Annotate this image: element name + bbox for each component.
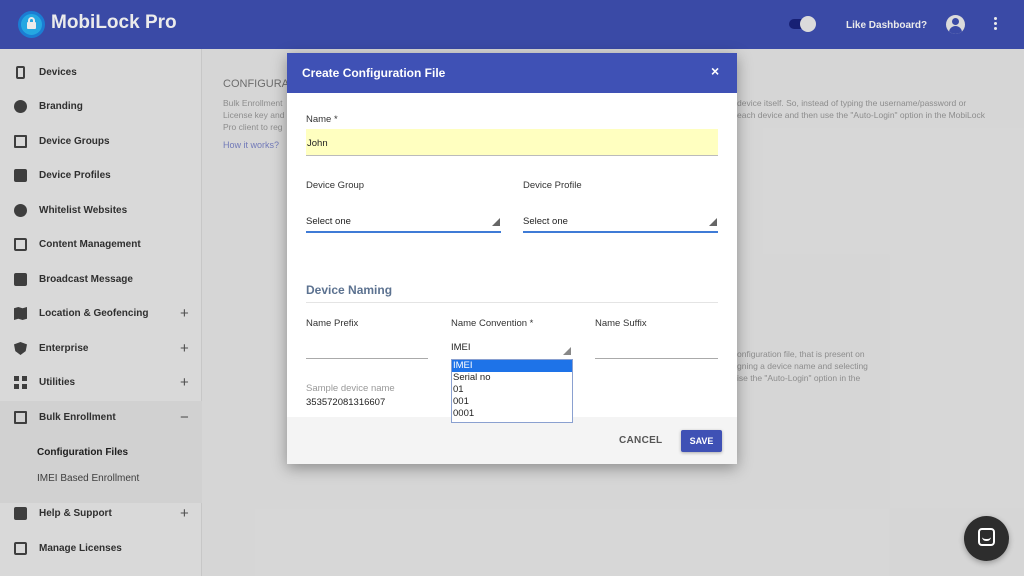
dropdown-arrow-icon [563,347,571,355]
dropdown-option[interactable]: 01 [452,384,572,396]
dialog-footer: CANCEL SAVE [287,417,737,464]
name-input[interactable]: John [306,129,718,156]
name-prefix-label: Name Prefix [306,318,359,329]
chat-support-button[interactable] [964,516,1009,561]
dropdown-arrow-icon [709,218,717,226]
dropdown-option[interactable]: IMEI [452,360,572,372]
save-button[interactable]: SAVE [681,430,722,452]
close-icon[interactable]: × [711,63,719,79]
sample-device-name-label: Sample device name [306,383,395,394]
device-naming-heading: Device Naming [306,283,393,297]
device-group-select[interactable]: Select one [306,207,501,233]
name-label: Name * [306,114,338,125]
name-suffix-input[interactable] [595,358,718,359]
dropdown-option[interactable]: 0001 [452,408,572,420]
cancel-button[interactable]: CANCEL [619,435,662,446]
create-config-dialog: Create Configuration File × Name * John … [287,53,737,464]
name-prefix-input[interactable] [306,358,428,359]
dialog-title: Create Configuration File [302,66,446,80]
name-convention-select[interactable]: IMEI [451,338,573,358]
dropdown-option[interactable]: Serial no [452,372,572,384]
device-profile-select[interactable]: Select one [523,207,718,233]
device-group-label: Device Group [306,180,365,191]
section-divider [306,302,718,303]
dropdown-option[interactable]: 001 [452,396,572,408]
sample-device-name-value: 353572081316607 [306,397,386,408]
device-profile-label: Device Profile [523,180,582,191]
dropdown-arrow-icon [492,218,500,226]
name-suffix-label: Name Suffix [595,318,647,329]
dialog-header: Create Configuration File × [287,53,737,93]
name-convention-dropdown: IMEI Serial no 01 001 0001 [451,359,573,423]
name-convention-label: Name Convention * [451,318,534,329]
